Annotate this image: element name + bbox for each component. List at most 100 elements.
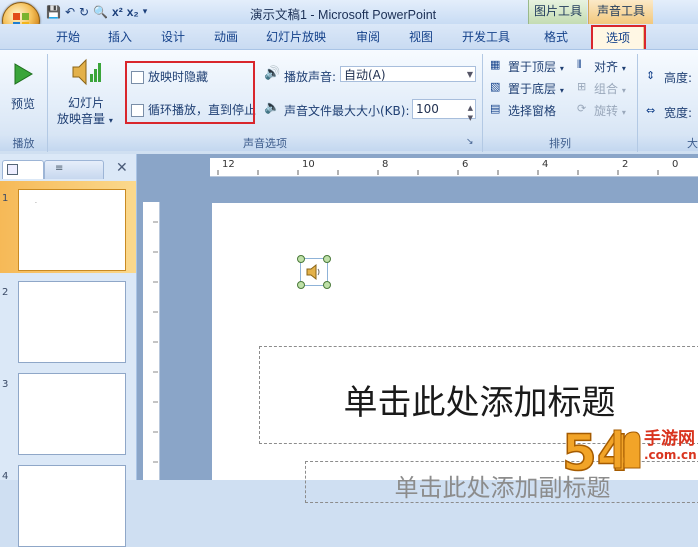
slide-thumbnail[interactable] [18, 465, 126, 547]
slideshow-volume-label-line2: 放映音量 ▾ [57, 110, 113, 127]
slide-number: 3 [2, 379, 9, 390]
tab-insert[interactable]: 插入 [108, 28, 132, 46]
slides-tab-icon [7, 164, 18, 175]
highlight-checkbox-options [125, 61, 255, 124]
outline-tab[interactable]: ≡ [44, 160, 104, 179]
ruler-label: 2 [622, 159, 629, 170]
rotate-icon: ⟳ [577, 102, 587, 115]
outline-tab-icon: ≡ [55, 163, 64, 174]
group-size-label: 大 [638, 136, 698, 151]
ruler-label: 6 [462, 159, 469, 170]
bring-to-front-button[interactable]: 置于顶层 ▾ [508, 58, 564, 75]
play-sound-value: 自动(A) [344, 68, 386, 82]
preview-button[interactable] [12, 62, 34, 89]
speaker-icon [306, 263, 320, 281]
tab-format[interactable]: 格式 [544, 28, 568, 46]
qat-customize-icon[interactable]: ▾ [143, 7, 148, 17]
sound-object[interactable] [297, 255, 331, 289]
resize-handle[interactable] [323, 281, 331, 289]
tab-animations[interactable]: 动画 [214, 28, 238, 46]
width-label: 宽度: [664, 106, 693, 120]
superscript-icon[interactable]: x² [112, 5, 123, 19]
watermark-text: 手游网 [644, 429, 695, 449]
bring-to-front-label: 置于顶层 [508, 60, 557, 74]
align-label: 对齐 [594, 60, 619, 74]
group-sound-options-label: 声音选项 [48, 136, 482, 151]
slides-tab[interactable] [2, 160, 44, 179]
width-icon: ⇔ [646, 104, 656, 117]
chevron-down-icon: ▾ [559, 64, 564, 73]
undo-icon[interactable]: ↶ [65, 5, 75, 19]
resize-handle[interactable] [297, 281, 305, 289]
selection-pane-icon: ▤ [490, 102, 501, 115]
play-sound-select[interactable]: 自动(A) ▼ [340, 66, 476, 82]
bring-to-front-icon: ▦ [490, 58, 501, 71]
ruler-label: 8 [382, 159, 389, 170]
tab-review[interactable]: 审阅 [356, 28, 380, 46]
send-to-back-label: 置于底层 [508, 82, 557, 96]
slide-thumbnail[interactable]: · [18, 189, 126, 271]
height-label: 高度: [664, 71, 693, 85]
context-tab-sound-tools: 声音工具 [588, 0, 653, 24]
thumbnail-sound-icon: · [35, 200, 37, 207]
tab-slideshow[interactable]: 幻灯片放映 [266, 28, 326, 46]
group-button[interactable]: 组合 ▾ [594, 80, 626, 97]
slideshow-volume-button[interactable] [70, 56, 104, 91]
chevron-down-icon: ▾ [621, 64, 626, 73]
watermark-domain: .com.cn [644, 448, 697, 462]
dialog-launcher-icon[interactable]: ↘ [466, 137, 474, 147]
chevron-down-icon: ▾ [621, 86, 626, 95]
dropdown-arrow-icon: ▼ [466, 70, 473, 79]
slide-thumbnail[interactable] [18, 281, 126, 363]
site-watermark: 54 手游网 .com.cn [560, 418, 698, 480]
max-size-spinner[interactable]: 100 ▲ ▼ [412, 99, 476, 122]
slideshow-volume-label-line1: 幻灯片 [68, 96, 105, 110]
chevron-down-icon: ▾ [108, 116, 113, 125]
title-placeholder-text: 单击此处添加标题 [343, 383, 616, 423]
rotate-button[interactable]: 旋转 ▾ [594, 102, 626, 119]
slideshow-volume-label-text: 放映音量 [57, 112, 106, 126]
vertical-ruler[interactable] [143, 202, 160, 480]
group-icon: ⊞ [577, 80, 587, 93]
window-title: 演示文稿1 - Microsoft PowerPoint [250, 8, 437, 22]
tab-home[interactable]: 开始 [56, 28, 80, 46]
vertical-ruler-ticks [153, 221, 158, 463]
tab-design[interactable]: 设计 [161, 28, 185, 46]
sound-file-size-icon: 🔈 [264, 100, 281, 115]
print-preview-icon[interactable]: 🔍 [93, 5, 108, 19]
play-sound-icon: 🔊 [264, 66, 281, 81]
tab-view[interactable]: 视图 [409, 28, 433, 46]
align-icon: ⫴ [577, 58, 582, 71]
align-button[interactable]: 对齐 ▾ [594, 58, 626, 75]
preview-label: 预览 [11, 97, 36, 111]
quick-access-toolbar: 💾 ↶ ↻ 🔍 x² x₂ ▾ [46, 3, 151, 20]
group-play-label: 播放 [0, 136, 47, 151]
context-tab-picture-tools: 图片工具 [528, 0, 587, 24]
group-arrange-label: 排列 [483, 136, 637, 151]
send-to-back-icon: ▧ [490, 80, 501, 93]
max-size-label: 声音文件最大大小(KB): [284, 104, 410, 118]
tab-developer[interactable]: 开发工具 [462, 28, 510, 46]
send-to-back-button[interactable]: 置于底层 ▾ [508, 80, 564, 97]
resize-handle[interactable] [323, 255, 331, 263]
ruler-label: 0 [672, 159, 679, 170]
close-pane-icon[interactable]: ✕ [116, 160, 128, 176]
rotate-label: 旋转 [594, 104, 619, 118]
horizontal-ruler[interactable]: 12 10 8 6 4 2 0 [210, 158, 698, 177]
resize-handle[interactable] [297, 255, 305, 263]
chevron-down-icon: ▾ [621, 108, 626, 117]
redo-icon[interactable]: ↻ [79, 5, 89, 19]
spin-down-icon[interactable]: ▼ [468, 109, 473, 127]
slide-thumbnail[interactable] [18, 373, 126, 455]
play-sound-label: 播放声音: [284, 70, 337, 84]
selection-pane-button[interactable]: 选择窗格 [508, 102, 556, 119]
subscript-icon[interactable]: x₂ [127, 5, 139, 19]
height-icon: ⇕ [646, 69, 656, 82]
slide-number: 1 [2, 193, 9, 204]
ruler-label: 10 [302, 159, 315, 170]
group-size-label-text: 大 [687, 137, 698, 150]
max-size-value: 100 [416, 102, 439, 116]
watermark-logo-mark-icon [613, 429, 641, 469]
chevron-down-icon: ▾ [559, 86, 564, 95]
save-icon[interactable]: 💾 [46, 5, 61, 19]
